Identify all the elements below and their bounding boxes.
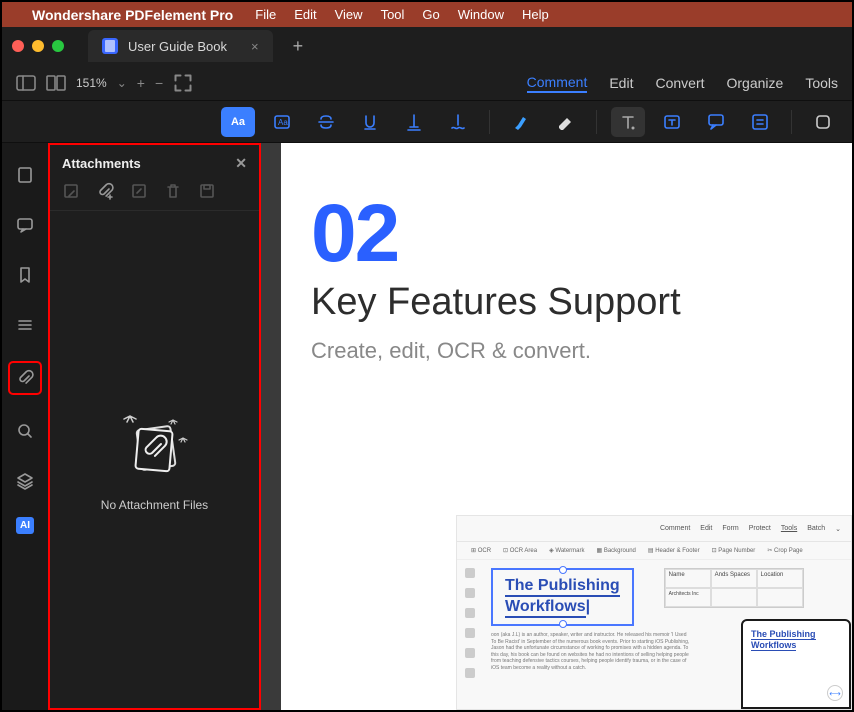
left-rail: AI bbox=[2, 143, 48, 710]
titlebar: User Guide Book × + bbox=[2, 27, 852, 65]
squiggly-underline-icon[interactable] bbox=[441, 107, 475, 137]
section-title: Key Features Support bbox=[311, 281, 822, 324]
mode-tools[interactable]: Tools bbox=[805, 75, 838, 91]
text-tool-icon[interactable] bbox=[611, 107, 645, 137]
attachments-empty-icon bbox=[115, 408, 195, 478]
new-tab-button[interactable]: + bbox=[293, 36, 304, 57]
menu-file[interactable]: File bbox=[255, 7, 276, 22]
zoom-out-button[interactable]: − bbox=[155, 75, 163, 91]
close-window-button[interactable] bbox=[12, 40, 24, 52]
app-name[interactable]: Wondershare PDFelement Pro bbox=[32, 7, 233, 23]
sample-paragraph: oon (aka J.L) is an author, speaker, wri… bbox=[491, 632, 691, 671]
fields-icon[interactable] bbox=[11, 311, 39, 339]
zoom-value: 151% bbox=[76, 76, 107, 90]
ribbon: Aa Aa bbox=[2, 101, 852, 143]
menu-edit[interactable]: Edit bbox=[294, 7, 316, 22]
page-content: 02 ABC Key Features Support Create, edit… bbox=[281, 143, 852, 710]
text-annotate-button[interactable]: Aa bbox=[221, 107, 255, 137]
embedded-screenshot: Comment Edit Form Protect Tools Batch ⌄ … bbox=[456, 515, 852, 710]
two-page-view-icon[interactable] bbox=[46, 75, 66, 91]
panel-title: Attachments bbox=[62, 156, 141, 171]
note-icon[interactable] bbox=[743, 107, 777, 137]
mode-convert[interactable]: Convert bbox=[655, 75, 704, 91]
traffic-lights bbox=[12, 40, 64, 52]
thumbnails-icon[interactable] bbox=[11, 161, 39, 189]
doc-icon bbox=[102, 38, 118, 54]
close-panel-icon[interactable]: ✕ bbox=[235, 155, 247, 172]
document-viewport[interactable]: 02 ABC Key Features Support Create, edit… bbox=[261, 143, 852, 710]
svg-text:Aa: Aa bbox=[278, 118, 288, 127]
menu-tool[interactable]: Tool bbox=[381, 7, 405, 22]
callout-icon[interactable] bbox=[699, 107, 733, 137]
highlighter-pen-icon[interactable] bbox=[504, 107, 538, 137]
attachments-icon[interactable] bbox=[8, 361, 42, 395]
menu-view[interactable]: View bbox=[335, 7, 363, 22]
menu-help[interactable]: Help bbox=[522, 7, 549, 22]
eraser-icon[interactable] bbox=[548, 107, 582, 137]
comments-panel-icon[interactable] bbox=[11, 211, 39, 239]
workflow-text-box: The Publishing Workflows| bbox=[491, 568, 634, 626]
layers-icon[interactable] bbox=[11, 467, 39, 495]
search-icon[interactable] bbox=[11, 417, 39, 445]
text-box-icon[interactable] bbox=[655, 107, 689, 137]
mode-organize[interactable]: Organize bbox=[727, 75, 784, 91]
highlight-text-icon[interactable]: Aa bbox=[265, 107, 299, 137]
strikethrough-icon[interactable] bbox=[309, 107, 343, 137]
document-tab[interactable]: User Guide Book × bbox=[88, 30, 273, 62]
tab-title: User Guide Book bbox=[128, 39, 227, 54]
chevron-down-icon[interactable]: ⌄ bbox=[117, 76, 127, 90]
shape-tool-icon[interactable] bbox=[806, 107, 840, 137]
section-subtitle: Create, edit, OCR & convert. bbox=[311, 338, 822, 364]
sidebar-toggle-icon[interactable] bbox=[16, 75, 36, 91]
menu-window[interactable]: Window bbox=[458, 7, 504, 22]
mode-comment[interactable]: Comment bbox=[527, 74, 588, 90]
zoom-in-button[interactable]: + bbox=[137, 75, 145, 91]
ai-button[interactable]: AI bbox=[16, 517, 34, 534]
zoom-control[interactable]: 151% ⌄ + − bbox=[76, 75, 193, 91]
bookmarks-icon[interactable] bbox=[11, 261, 39, 289]
empty-text: No Attachment Files bbox=[101, 498, 208, 512]
panel-empty-state: No Attachment Files bbox=[50, 211, 259, 708]
mode-edit[interactable]: Edit bbox=[609, 75, 633, 91]
main-area: AI Attachments ✕ bbox=[2, 143, 852, 710]
underline-icon[interactable] bbox=[353, 107, 387, 137]
edit-attachment-icon[interactable] bbox=[130, 182, 148, 200]
app-window: User Guide Book × + 151% ⌄ + − Comment E… bbox=[2, 27, 852, 710]
panel-actions bbox=[50, 178, 259, 211]
delete-attachment-icon[interactable] bbox=[164, 182, 182, 200]
device-mockup: The Publishing Workflows ⟷ bbox=[741, 619, 851, 709]
top-toolbar: 151% ⌄ + − Comment Edit Convert Organize… bbox=[2, 65, 852, 101]
section-number: 02 bbox=[311, 193, 822, 275]
maximize-window-button[interactable] bbox=[52, 40, 64, 52]
fit-page-icon[interactable] bbox=[173, 75, 193, 91]
menu-go[interactable]: Go bbox=[422, 7, 439, 22]
close-tab-icon[interactable]: × bbox=[251, 39, 259, 54]
attachments-panel: Attachments ✕ bbox=[48, 143, 261, 710]
caret-annotate-icon[interactable] bbox=[397, 107, 431, 137]
add-attachment-icon[interactable] bbox=[96, 182, 114, 200]
save-attachment-icon[interactable] bbox=[198, 182, 216, 200]
minimize-window-button[interactable] bbox=[32, 40, 44, 52]
mac-menubar: Wondershare PDFelement Pro File Edit Vie… bbox=[2, 2, 852, 27]
open-attachment-icon[interactable] bbox=[62, 182, 80, 200]
